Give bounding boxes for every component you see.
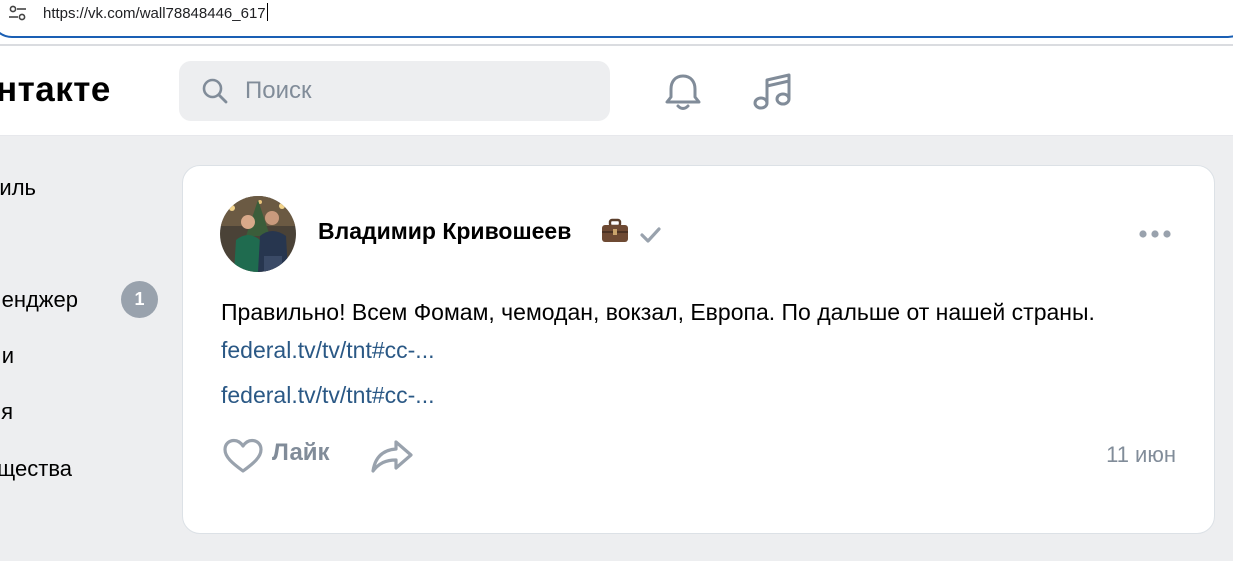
- url-text[interactable]: https://vk.com/wall78848446_617: [43, 3, 268, 22]
- share-icon[interactable]: [370, 438, 414, 474]
- vk-logo[interactable]: нтакте: [0, 70, 111, 110]
- post-text: Правильно! Всем Фомам, чемодан, вокзал, …: [221, 293, 1181, 369]
- sidebar-item-communities[interactable]: щества: [0, 452, 72, 486]
- site-header: нтакте: [0, 46, 1233, 136]
- post-date[interactable]: 11 июн: [1106, 442, 1176, 468]
- sidebar-item-label: щества: [0, 456, 72, 481]
- more-options-icon[interactable]: [1138, 228, 1172, 240]
- avatar-photo: [220, 196, 296, 272]
- sidebar-item-label: я: [1, 399, 13, 424]
- browser-toolbar: https://vk.com/wall78848446_617: [0, 0, 1233, 46]
- unread-badge: 1: [121, 281, 158, 318]
- search-input[interactable]: [245, 74, 585, 108]
- bell-icon[interactable]: [662, 71, 704, 113]
- briefcase-icon: [602, 218, 628, 242]
- sidebar-item-community[interactable]: я: [0, 395, 13, 429]
- sidebar-item-profile[interactable]: иль: [0, 171, 36, 205]
- search-icon: [202, 78, 228, 104]
- post-attachment-link[interactable]: federal.tv/tv/tnt#cc-...: [221, 382, 434, 409]
- search-box[interactable]: [179, 61, 610, 121]
- music-note-icon[interactable]: [750, 71, 794, 113]
- verified-check-icon: [640, 227, 661, 243]
- like-button-label[interactable]: Лайк: [272, 439, 330, 467]
- tune-icon[interactable]: [8, 5, 28, 21]
- post-card: Владимир Кривошеев Правильно! Всем Фомам…: [182, 165, 1215, 534]
- sidebar-item-messenger[interactable]: енджер: [0, 283, 78, 317]
- sidebar-item-label: и: [1, 343, 14, 368]
- heart-icon[interactable]: [222, 438, 264, 474]
- post-author-name[interactable]: Владимир Кривошеев: [318, 218, 571, 245]
- post-inline-link[interactable]: federal.tv/tv/tnt#cc-...: [221, 337, 434, 363]
- avatar[interactable]: [220, 196, 296, 272]
- sidebar-item-label: иль: [0, 175, 36, 200]
- address-bar[interactable]: https://vk.com/wall78848446_617: [0, 0, 1233, 38]
- sidebar-item-label: енджер: [1, 287, 78, 312]
- sidebar-item-friends[interactable]: и: [0, 339, 14, 373]
- text-caret: [266, 3, 268, 21]
- left-sidebar: иль енджер 1 и я щества: [0, 137, 170, 561]
- post-body-text: Правильно! Всем Фомам, чемодан, вокзал, …: [221, 299, 1095, 325]
